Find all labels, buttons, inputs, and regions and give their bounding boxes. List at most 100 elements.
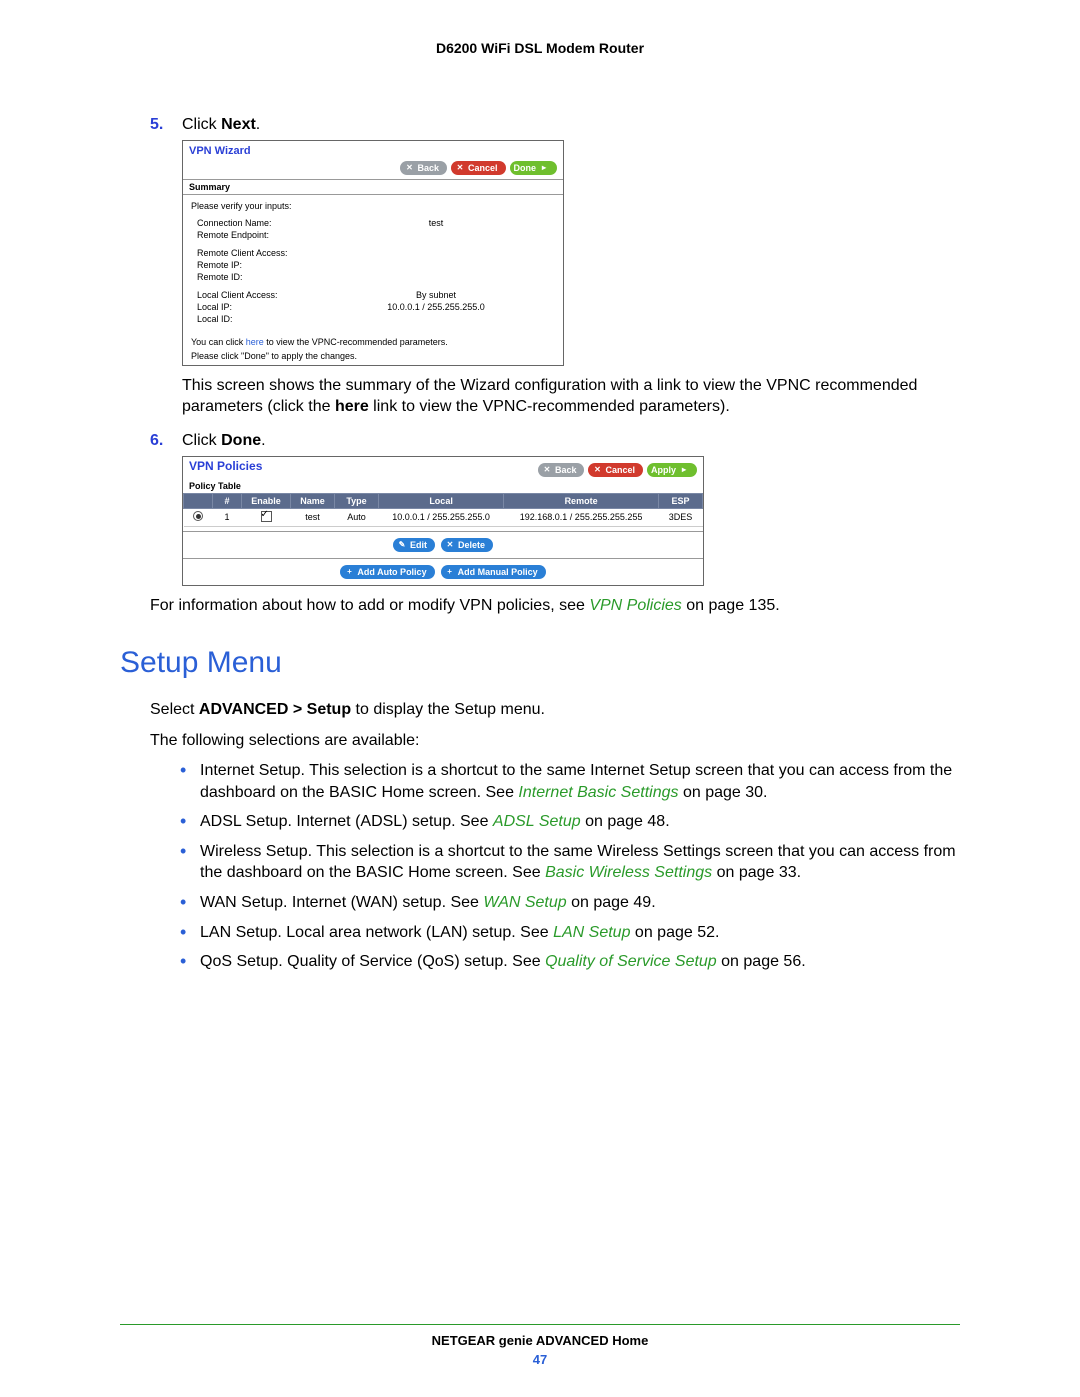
- b-lan-before: . Local area network (LAN) setup. See: [277, 924, 553, 941]
- note1b: to view the VPNC-recommended parameters.: [264, 337, 448, 347]
- step-5: 5. Click Next.: [150, 116, 960, 134]
- step-6-lead: Click: [182, 432, 221, 449]
- section-heading: Setup Menu: [120, 646, 960, 680]
- add-auto-policy-button[interactable]: +Add Auto Policy: [340, 565, 434, 579]
- note2: Please click "Done" to apply the changes…: [191, 351, 555, 361]
- step-5-lead: Click: [182, 116, 221, 133]
- policies-actionbar: ✎Edit ✕Delete: [183, 531, 703, 559]
- bullet-wan-setup: WAN Setup. Internet (WAN) setup. See WAN…: [180, 892, 960, 914]
- verify-text: Please verify your inputs:: [191, 201, 555, 211]
- step-6-num: 6.: [150, 432, 182, 450]
- done-button[interactable]: Done▸: [510, 161, 558, 175]
- row-remote-client-access: Remote Client Access:: [191, 247, 555, 259]
- link-wan-setup[interactable]: WAN Setup: [483, 894, 566, 911]
- b-internet-bold: Internet Setup: [200, 762, 301, 779]
- note1a: You can click: [191, 337, 246, 347]
- v-remote-ep: [317, 230, 555, 240]
- vpn-wizard-title: VPN Wizard: [183, 141, 563, 159]
- cell-enable[interactable]: [242, 508, 291, 526]
- wizard-note: You can click here to view the VPNC-reco…: [183, 331, 563, 365]
- policies-caption-before: For information about how to add or modi…: [150, 597, 589, 614]
- k-lid: Local ID:: [197, 314, 317, 324]
- back-button-label: Back: [417, 163, 439, 173]
- b-wan-bold: WAN Setup: [200, 894, 283, 911]
- delete-button-label: Delete: [458, 540, 485, 550]
- cell-local: 10.0.0.1 / 255.255.255.0: [379, 508, 504, 526]
- v-lid: [317, 314, 555, 324]
- cell-type: Auto: [335, 508, 379, 526]
- cell-esp: 3DES: [659, 508, 703, 526]
- v-rip: [317, 260, 555, 270]
- b-wan-before: . Internet (WAN) setup. See: [283, 894, 483, 911]
- wizard-caption-bold: here: [335, 398, 369, 415]
- cell-remote: 192.168.0.1 / 255.255.255.255: [504, 508, 659, 526]
- step-5-bold: Next: [221, 116, 256, 133]
- b-lan-after: on page 52.: [630, 924, 719, 941]
- intro-2: The following selections are available:: [150, 731, 960, 752]
- intro1-bold: ADVANCED > Setup: [199, 701, 351, 718]
- checkbox-icon: [261, 511, 272, 522]
- delete-button[interactable]: ✕Delete: [441, 538, 493, 552]
- b-qos-bold: QoS Setup: [200, 953, 278, 970]
- k-lca: Local Client Access:: [197, 290, 317, 300]
- footer-page-number: 47: [120, 1352, 960, 1367]
- footer-rule: [120, 1324, 960, 1325]
- v-lip: 10.0.0.1 / 255.255.255.0: [317, 302, 555, 312]
- link-internet-basic-settings[interactable]: Internet Basic Settings: [518, 784, 678, 801]
- page-footer: NETGEAR genie ADVANCED Home 47: [120, 1324, 960, 1367]
- v-rid: [317, 272, 555, 282]
- k-rid: Remote ID:: [197, 272, 317, 282]
- th-local: Local: [379, 493, 504, 508]
- back-button[interactable]: ✕Back: [538, 463, 585, 477]
- cancel-button[interactable]: ✕Cancel: [451, 161, 506, 175]
- bullet-internet-setup: Internet Setup. This selection is a shor…: [180, 760, 960, 803]
- plus-icon: +: [344, 567, 354, 577]
- intro-1: Select ADVANCED > Setup to display the S…: [150, 700, 960, 721]
- vpnc-here-link[interactable]: here: [246, 337, 264, 347]
- link-adsl-setup[interactable]: ADSL Setup: [493, 813, 581, 830]
- vpn-policies-title: VPN Policies: [189, 459, 262, 473]
- cell-select[interactable]: [184, 508, 213, 526]
- step-6-trail: .: [261, 432, 265, 449]
- cancel-button[interactable]: ✕Cancel: [588, 463, 643, 477]
- link-basic-wireless-settings[interactable]: Basic Wireless Settings: [545, 864, 712, 881]
- link-qos-setup[interactable]: Quality of Service Setup: [545, 953, 717, 970]
- bullet-list: Internet Setup. This selection is a shor…: [180, 760, 960, 973]
- k-rip: Remote IP:: [197, 260, 317, 270]
- policies-actionbar-2: +Add Auto Policy +Add Manual Policy: [183, 559, 703, 585]
- apply-button[interactable]: Apply▸: [647, 463, 697, 477]
- radio-icon: [193, 511, 203, 521]
- b-wireless-bold: Wireless Setup: [200, 843, 308, 860]
- b-wan-after: on page 49.: [567, 894, 656, 911]
- row-connection-name: Connection Name:test: [191, 217, 555, 229]
- link-lan-setup[interactable]: LAN Setup: [553, 924, 630, 941]
- step-5-num: 5.: [150, 116, 182, 134]
- bullet-adsl-setup: ADSL Setup. Internet (ADSL) setup. See A…: [180, 811, 960, 833]
- th-num: #: [213, 493, 242, 508]
- add-manual-policy-button[interactable]: +Add Manual Policy: [441, 565, 546, 579]
- back-button[interactable]: ✕Back: [400, 161, 447, 175]
- done-button-label: Done: [514, 163, 537, 173]
- v-lca: By subnet: [317, 290, 555, 300]
- step-6: 6. Click Done.: [150, 432, 960, 450]
- k-lip: Local IP:: [197, 302, 317, 312]
- v-conn-name: test: [317, 218, 555, 228]
- x-icon: ✕: [592, 465, 602, 475]
- step-5-trail: .: [256, 116, 260, 133]
- th-enable: Enable: [242, 493, 291, 508]
- cell-num: 1: [213, 508, 242, 526]
- edit-button[interactable]: ✎Edit: [393, 538, 435, 552]
- row-remote-id: Remote ID:: [191, 271, 555, 283]
- k-conn-name: Connection Name:: [197, 218, 317, 228]
- vpn-policies-link[interactable]: VPN Policies: [589, 597, 681, 614]
- x-icon: ✕: [445, 540, 455, 550]
- plus-icon: +: [445, 567, 455, 577]
- doc-header: D6200 WiFi DSL Modem Router: [120, 40, 960, 56]
- cancel-button-label: Cancel: [468, 163, 498, 173]
- b-adsl-bold: ADSL Setup: [200, 813, 287, 830]
- b-internet-after: on page 30.: [679, 784, 768, 801]
- bullet-qos-setup: QoS Setup. Quality of Service (QoS) setu…: [180, 951, 960, 973]
- pencil-icon: ✎: [397, 540, 407, 550]
- intro1-before: Select: [150, 701, 199, 718]
- th-name: Name: [291, 493, 335, 508]
